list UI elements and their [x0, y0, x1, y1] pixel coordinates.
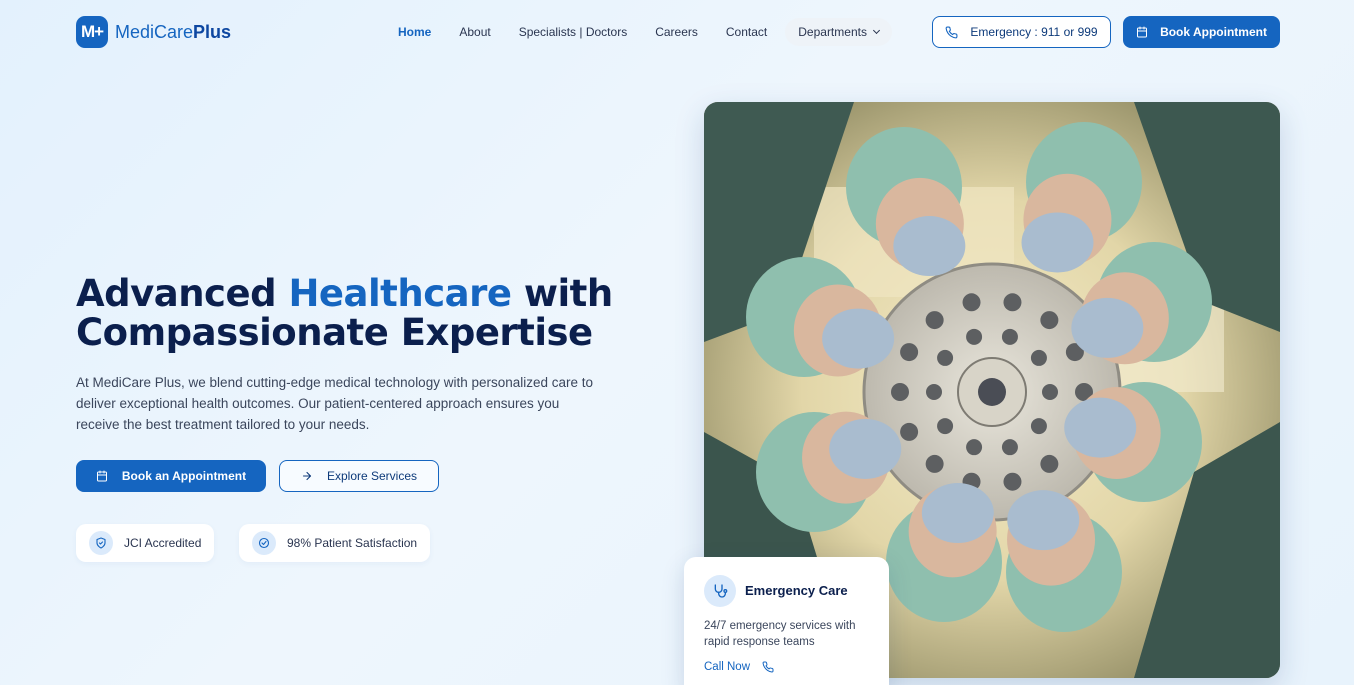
nav-careers[interactable]: Careers [641, 18, 712, 46]
emergency-care-card: Emergency Care 24/7 emergency services w… [684, 557, 889, 685]
phone-icon [762, 661, 774, 673]
jci-accredited-badge: JCI Accredited [76, 524, 215, 562]
explore-services-button[interactable]: Explore Services [279, 460, 439, 492]
book-an-appointment-button[interactable]: Book an Appointment [76, 460, 266, 492]
nav-contact[interactable]: Contact [712, 18, 781, 46]
stethoscope-icon [704, 575, 736, 607]
nav-departments-label: Departments [798, 25, 867, 39]
check-circle-icon [252, 531, 276, 555]
call-now-label: Call Now [704, 661, 751, 673]
emergency-card-description: 24/7 emergency services with rapid respo… [704, 620, 856, 648]
nav-about[interactable]: About [445, 18, 504, 46]
book-an-appointment-label: Book an Appointment [121, 469, 247, 483]
emergency-card-title: Emergency Care [745, 583, 848, 598]
main-menu: Home About Specialists | Doctors Careers… [384, 17, 892, 47]
hero-description: At MediCare Plus, we blend cutting-edge … [76, 375, 594, 432]
hero-title: Advanced Healthcare with Compassionate E… [76, 272, 613, 354]
nav-home[interactable]: Home [384, 18, 445, 46]
calendar-icon [96, 470, 107, 482]
brand-name: MediCarePlus [115, 21, 232, 42]
emergency-button[interactable]: Emergency : 911 or 999 [932, 16, 1111, 48]
shield-icon [89, 531, 113, 555]
brand-logo[interactable]: M+ MediCarePlus [76, 16, 231, 48]
nav-specialists[interactable]: Specialists | Doctors [505, 18, 642, 46]
arrow-right-icon [302, 471, 312, 481]
calendar-icon [1137, 26, 1148, 38]
emergency-button-label: Emergency : 911 or 999 [970, 25, 1098, 39]
hero-title-highlight: Healthcare [288, 272, 512, 315]
chevron-down-icon [872, 26, 880, 35]
phone-icon [946, 26, 958, 38]
patient-satisfaction-badge: 98% Patient Satisfaction [239, 524, 431, 562]
logo-mark: M+ [76, 16, 108, 48]
nav-departments-dropdown[interactable]: Departments [785, 18, 892, 46]
jci-accredited-label: JCI Accredited [124, 536, 202, 550]
top-navbar: M+ MediCarePlus Home About Specialists |… [0, 0, 1354, 64]
patient-satisfaction-label: 98% Patient Satisfaction [287, 536, 418, 550]
book-appointment-button[interactable]: Book Appointment [1123, 16, 1280, 48]
call-now-link[interactable]: Call Now [704, 661, 774, 673]
explore-services-label: Explore Services [326, 469, 418, 483]
book-appointment-label: Book Appointment [1160, 25, 1267, 39]
